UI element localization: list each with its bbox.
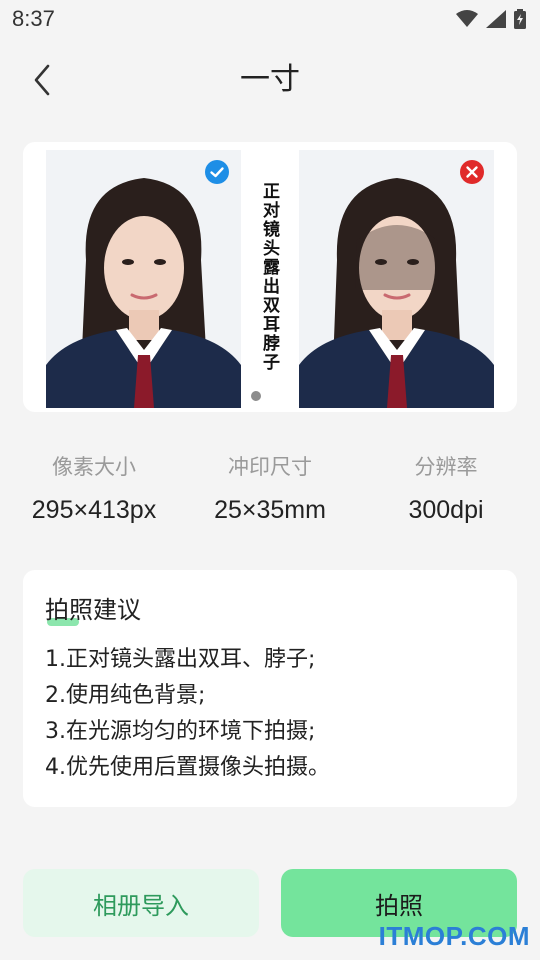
check-circle-icon (205, 160, 229, 184)
page-indicator-dot (251, 391, 261, 401)
spec-label: 冲印尺寸 (228, 455, 312, 479)
tips-list: 1.正对镜头露出双耳、脖子; 2.使用纯色背景; 3.在光源均匀的环境下拍摄; … (45, 642, 495, 786)
spec-label: 分辨率 (414, 455, 478, 479)
page-title: 一寸 (240, 62, 300, 97)
sample-caption: 正对镜头露出双耳脖子 (259, 182, 279, 372)
incorrect-sample-photo (299, 150, 494, 408)
sample-photo-card: 正对镜头露出双耳脖子 (23, 142, 517, 412)
battery-charging-icon (514, 9, 526, 29)
tip-item: 4.优先使用后置摄像头拍摄。 (45, 755, 330, 780)
tip-item: 1.正对镜头露出双耳、脖子; (45, 647, 316, 672)
top-bar: 一寸 (0, 50, 540, 110)
spec-value: 25×35mm (214, 496, 326, 524)
signal-icon (486, 10, 506, 28)
tip-item: 2.使用纯色背景; (45, 683, 206, 708)
spec-pixel-size: 像素大小 295×413px (4, 450, 184, 525)
spec-print-size: 冲印尺寸 25×35mm (180, 450, 360, 525)
spec-resolution: 分辨率 300dpi (356, 450, 536, 525)
album-import-button[interactable]: 相册导入 (23, 869, 259, 937)
photo-specs: 像素大小 295×413px 冲印尺寸 25×35mm 分辨率 300dpi (0, 450, 540, 540)
status-time: 8:37 (12, 6, 55, 31)
correct-sample-photo (46, 150, 241, 408)
watermark: ITMOP.COM (378, 921, 530, 951)
tip-item: 3.在光源均匀的环境下拍摄; (45, 719, 316, 744)
status-bar: 8:37 (0, 0, 540, 38)
tips-title-wrap: 拍照建议 (45, 592, 141, 628)
tips-title: 拍照建议 (45, 596, 141, 624)
spec-value: 300dpi (408, 496, 484, 524)
spec-label: 像素大小 (52, 455, 136, 479)
photo-tips-card: 拍照建议 1.正对镜头露出双耳、脖子; 2.使用纯色背景; 3.在光源均匀的环境… (23, 570, 517, 807)
x-circle-icon (460, 160, 484, 184)
wifi-icon (456, 10, 478, 27)
spec-value: 295×413px (31, 496, 157, 524)
status-icons (456, 9, 526, 29)
